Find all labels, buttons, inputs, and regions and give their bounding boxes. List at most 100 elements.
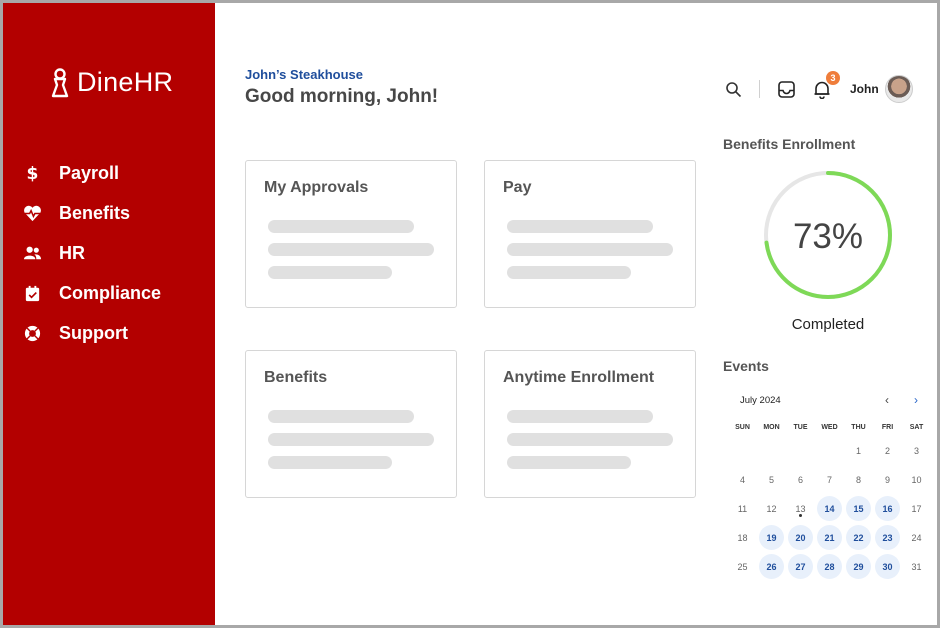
heart-pulse-icon xyxy=(21,202,43,224)
calendar-day[interactable]: 12 xyxy=(757,494,786,523)
calendar-day[interactable]: 31 xyxy=(902,552,931,581)
card-title: Pay xyxy=(503,179,532,196)
calendar-day[interactable]: 15 xyxy=(844,494,873,523)
skeleton-line xyxy=(268,433,434,446)
calendar-day[interactable]: 10 xyxy=(902,465,931,494)
chevron-left-icon[interactable]: ‹ xyxy=(885,393,889,407)
search-icon[interactable] xyxy=(721,77,745,101)
calendar-day[interactable]: 16 xyxy=(873,494,902,523)
skeleton-line xyxy=(507,243,673,256)
weekday-label: SAT xyxy=(909,424,924,431)
calendar-check-icon xyxy=(21,282,43,304)
sidebar-item-benefits[interactable]: Benefits xyxy=(21,193,161,233)
calendar-day[interactable]: 11 xyxy=(728,494,757,523)
calendar-day[interactable]: 6 xyxy=(786,465,815,494)
notification-count-badge: 3 xyxy=(826,71,840,85)
calendar-day-number: 30 xyxy=(875,554,900,579)
skeleton-line xyxy=(507,433,673,446)
sidebar-item-support[interactable]: Support xyxy=(21,313,161,353)
svg-text:$: $ xyxy=(26,164,38,183)
skeleton-line xyxy=(507,410,653,423)
weekday-label: MON xyxy=(763,424,780,431)
calendar-day[interactable]: 14 xyxy=(815,494,844,523)
calendar-day[interactable]: 20 xyxy=(786,523,815,552)
card-benefits[interactable]: Benefits xyxy=(245,350,457,498)
calendar-day-number: 21 xyxy=(817,525,842,550)
app-window: DineHR $ Payroll Benefits HR Compliance … xyxy=(0,0,940,628)
calendar-day[interactable]: 8 xyxy=(844,465,873,494)
chevron-right-icon[interactable]: › xyxy=(914,393,918,407)
calendar-day[interactable]: 9 xyxy=(873,465,902,494)
card-my-approvals[interactable]: My Approvals xyxy=(245,160,457,308)
card-pay[interactable]: Pay xyxy=(484,160,696,308)
sidebar-item-label: Payroll xyxy=(59,162,120,183)
events-calendar: July 2024 ‹ › SUN MON TUE WED THU FRI SAT 1 2 3 4 5… xyxy=(728,390,932,581)
app-name: DineHR xyxy=(77,67,174,97)
calendar-day-number: 29 xyxy=(846,554,871,579)
calendar-day[interactable]: 29 xyxy=(844,552,873,581)
calendar-day-number: 19 xyxy=(759,525,784,550)
calendar-day[interactable]: 7 xyxy=(815,465,844,494)
weekday-label: TUE xyxy=(793,424,808,431)
sidebar-item-compliance[interactable]: Compliance xyxy=(21,273,161,313)
page-greeting: Good morning, John! xyxy=(245,86,439,107)
calendar-day[interactable]: 13 xyxy=(786,494,815,523)
calendar-empty-cell xyxy=(815,436,844,465)
calendar-day-number: 18 xyxy=(737,532,748,543)
calendar-day-number: 4 xyxy=(739,474,745,485)
calendar-day[interactable]: 28 xyxy=(815,552,844,581)
weekday-label: WED xyxy=(821,424,838,431)
calendar-day-number: 5 xyxy=(768,474,774,485)
calendar-day[interactable]: 1 xyxy=(844,436,873,465)
toolbar-divider xyxy=(759,80,760,98)
calendar-day[interactable]: 24 xyxy=(902,523,931,552)
calendar-day-number: 27 xyxy=(788,554,813,579)
calendar-day[interactable]: 19 xyxy=(757,523,786,552)
card-title: Benefits xyxy=(264,369,328,386)
calendar-day[interactable]: 5 xyxy=(757,465,786,494)
lifebuoy-icon xyxy=(21,322,43,344)
calendar-day[interactable]: 27 xyxy=(786,552,815,581)
sidebar-item-hr[interactable]: HR xyxy=(21,233,161,273)
calendar-month: July 2024 xyxy=(740,395,781,406)
calendar-empty-cell xyxy=(728,436,757,465)
app-logo[interactable]: DineHR xyxy=(49,67,173,98)
calendar-day[interactable]: 2 xyxy=(873,436,902,465)
sidebar-item-label: HR xyxy=(59,242,85,263)
people-icon xyxy=(21,242,43,264)
calendar-day[interactable]: 26 xyxy=(757,552,786,581)
calendar-day[interactable]: 25 xyxy=(728,552,757,581)
calendar-day[interactable]: 18 xyxy=(728,523,757,552)
calendar-day-number: 12 xyxy=(766,503,777,514)
calendar-day-number: 6 xyxy=(797,474,803,485)
calendar-day-number: 25 xyxy=(737,561,748,572)
calendar-day-number: 8 xyxy=(855,474,861,485)
calendar-day[interactable]: 22 xyxy=(844,523,873,552)
user-name[interactable]: John xyxy=(850,82,879,96)
avatar[interactable] xyxy=(884,75,913,103)
calendar-day[interactable]: 23 xyxy=(873,523,902,552)
notifications-button[interactable]: 3 xyxy=(810,71,840,101)
weekday-label: SUN xyxy=(735,424,750,431)
sidebar: DineHR $ Payroll Benefits HR Compliance … xyxy=(3,3,215,625)
calendar-day-number: 3 xyxy=(913,445,919,456)
calendar-day[interactable]: 3 xyxy=(902,436,931,465)
sidebar-item-label: Compliance xyxy=(59,282,162,303)
calendar-day[interactable]: 21 xyxy=(815,523,844,552)
skeleton-line xyxy=(507,266,631,279)
calendar-day-number: 10 xyxy=(911,474,922,485)
skeleton-line xyxy=(268,243,434,256)
sidebar-item-payroll[interactable]: $ Payroll xyxy=(21,153,161,193)
enrollment-progress-ring: 73% xyxy=(764,171,892,299)
inbox-icon[interactable] xyxy=(774,77,798,101)
calendar-day-number: 23 xyxy=(875,525,900,550)
organization-name: John’s Steakhouse xyxy=(245,67,363,82)
skeleton-line xyxy=(268,220,414,233)
calendar-day[interactable]: 17 xyxy=(902,494,931,523)
calendar-day[interactable]: 30 xyxy=(873,552,902,581)
calendar-day-number: 26 xyxy=(759,554,784,579)
top-toolbar: 3 John xyxy=(721,71,913,105)
calendar-day[interactable]: 4 xyxy=(728,465,757,494)
calendar-day-number: 11 xyxy=(737,503,748,514)
card-anytime-enrollment[interactable]: Anytime Enrollment xyxy=(484,350,696,498)
